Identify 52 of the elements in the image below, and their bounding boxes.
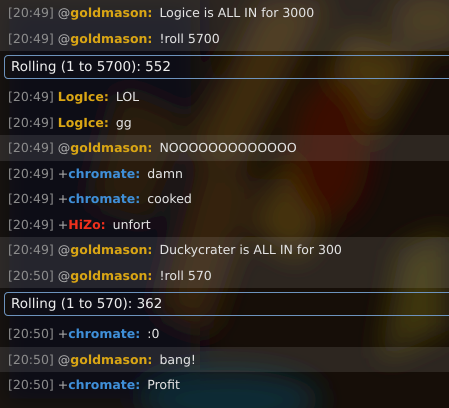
message-text: cooked bbox=[147, 191, 192, 206]
message-text: bang! bbox=[159, 352, 196, 367]
username[interactable]: HiZo: bbox=[68, 216, 106, 232]
username[interactable]: goldmason: bbox=[70, 242, 152, 258]
message-text: Logice is ALL IN for 3000 bbox=[159, 5, 314, 20]
timestamp: [20:49] bbox=[8, 191, 54, 206]
message-text: gg bbox=[116, 114, 132, 130]
timestamp: [20:49] bbox=[8, 30, 54, 46]
username[interactable]: goldmason: bbox=[70, 5, 152, 20]
user-mode-symbol: + bbox=[58, 326, 68, 342]
username[interactable]: goldmason: bbox=[70, 352, 152, 367]
timestamp: [20:49] bbox=[8, 114, 54, 130]
username[interactable]: chromate: bbox=[68, 377, 140, 392]
message-text: LOL bbox=[116, 89, 140, 104]
user-mode-symbol: @ bbox=[58, 268, 70, 283]
username[interactable]: chromate: bbox=[68, 166, 140, 181]
message-text: damn bbox=[147, 166, 183, 181]
user-mode-symbol: @ bbox=[58, 242, 70, 258]
timestamp: [20:49] bbox=[8, 140, 54, 156]
user-mode-symbol: @ bbox=[58, 352, 70, 367]
timestamp: [20:50] bbox=[8, 352, 54, 367]
message-text: NOOOOOOOOOOOOO bbox=[159, 140, 297, 156]
user-mode-symbol: @ bbox=[58, 30, 70, 46]
roll-result: Rolling (1 to 570): 362 bbox=[4, 292, 449, 316]
timestamp: [20:49] bbox=[8, 89, 54, 104]
timestamp: [20:50] bbox=[8, 377, 54, 392]
username[interactable]: LogIce: bbox=[58, 89, 109, 104]
message-text: unfort bbox=[112, 216, 151, 232]
username[interactable]: LogIce: bbox=[58, 114, 109, 130]
message-text: :0 bbox=[147, 326, 160, 342]
timestamp: [20:49] bbox=[8, 5, 54, 20]
timestamp: [20:49] bbox=[8, 216, 54, 232]
username[interactable]: goldmason: bbox=[70, 30, 152, 46]
user-mode-symbol: + bbox=[58, 191, 68, 206]
user-mode-symbol: + bbox=[58, 166, 68, 181]
timestamp: [20:50] bbox=[8, 268, 54, 283]
roll-result: Rolling (1 to 5700): 552 bbox=[4, 55, 449, 79]
message-text: !roll 5700 bbox=[159, 30, 220, 46]
user-mode-symbol: + bbox=[58, 377, 68, 392]
message-text: Duckycrater is ALL IN for 300 bbox=[159, 242, 342, 258]
username[interactable]: goldmason: bbox=[70, 268, 152, 283]
user-mode-symbol: @ bbox=[58, 5, 70, 20]
username[interactable]: chromate: bbox=[68, 326, 140, 342]
message-text: Profit bbox=[147, 377, 180, 392]
username[interactable]: goldmason: bbox=[70, 140, 152, 156]
user-mode-symbol: + bbox=[58, 216, 68, 232]
user-mode-symbol: @ bbox=[58, 140, 70, 156]
timestamp: [20:49] bbox=[8, 242, 54, 258]
timestamp: [20:50] bbox=[8, 326, 54, 342]
username[interactable]: chromate: bbox=[68, 191, 140, 206]
message-text: !roll 570 bbox=[159, 268, 212, 283]
timestamp: [20:49] bbox=[8, 166, 54, 181]
